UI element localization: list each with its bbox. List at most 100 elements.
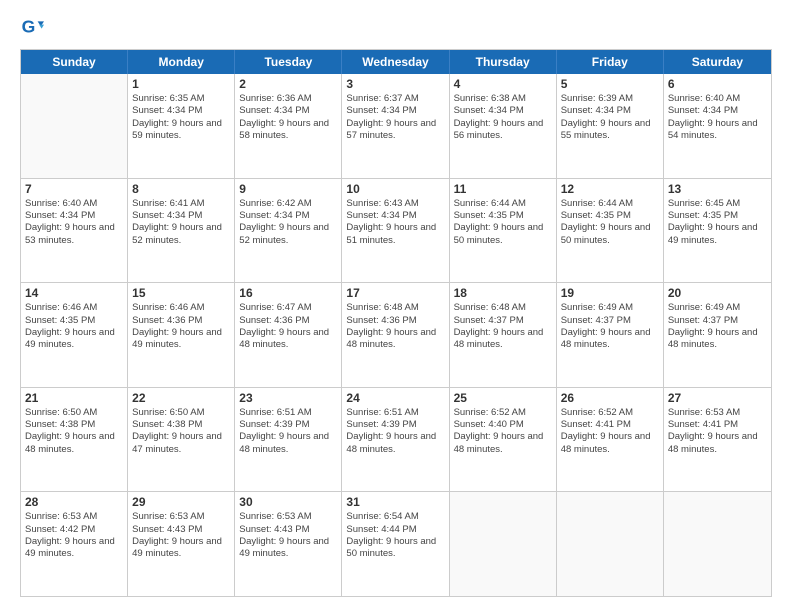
logo-icon: G	[20, 15, 44, 39]
calendar-row-1: 7Sunrise: 6:40 AMSunset: 4:34 PMDaylight…	[21, 178, 771, 283]
cell-info: Sunrise: 6:48 AMSunset: 4:37 PMDaylight:…	[454, 302, 552, 351]
day-number: 18	[454, 286, 552, 300]
day-number: 19	[561, 286, 659, 300]
calendar-cell-0-6: 6 Sunrise: 6:40 AMSunset: 4:34 PMDaylight…	[664, 74, 771, 178]
day-number: 1	[132, 77, 230, 91]
cell-info: Sunrise: 6:50 AMSunset: 4:38 PMDaylight:…	[132, 407, 230, 456]
cell-info: Sunrise: 6:38 AMSunset: 4:34 PMDaylight:…	[454, 93, 552, 142]
day-number: 14	[25, 286, 123, 300]
calendar-cell-3-5: 26 Sunrise: 6:52 AMSunset: 4:41 PMDayligh…	[557, 388, 664, 492]
day-number: 8	[132, 182, 230, 196]
day-number: 16	[239, 286, 337, 300]
calendar-cell-4-1: 29 Sunrise: 6:53 AMSunset: 4:43 PMDayligh…	[128, 492, 235, 596]
cell-info: Sunrise: 6:36 AMSunset: 4:34 PMDaylight:…	[239, 93, 337, 142]
day-number: 5	[561, 77, 659, 91]
calendar-cell-3-4: 25 Sunrise: 6:52 AMSunset: 4:40 PMDayligh…	[450, 388, 557, 492]
cell-info: Sunrise: 6:45 AMSunset: 4:35 PMDaylight:…	[668, 198, 767, 247]
cell-info: Sunrise: 6:47 AMSunset: 4:36 PMDaylight:…	[239, 302, 337, 351]
header-day-saturday: Saturday	[664, 50, 771, 74]
day-number: 28	[25, 495, 123, 509]
day-number: 4	[454, 77, 552, 91]
day-number: 22	[132, 391, 230, 405]
cell-info: Sunrise: 6:51 AMSunset: 4:39 PMDaylight:…	[239, 407, 337, 456]
calendar-cell-1-4: 11Sunrise: 6:44 AMSunset: 4:35 PMDayligh…	[450, 179, 557, 283]
cell-info: Sunrise: 6:46 AMSunset: 4:35 PMDaylight:…	[25, 302, 123, 351]
calendar-cell-3-1: 22 Sunrise: 6:50 AMSunset: 4:38 PMDayligh…	[128, 388, 235, 492]
day-number: 6	[668, 77, 767, 91]
header-day-thursday: Thursday	[450, 50, 557, 74]
cell-info: Sunrise: 6:44 AMSunset: 4:35 PMDaylight:…	[561, 198, 659, 247]
calendar-cell-3-2: 23 Sunrise: 6:51 AMSunset: 4:39 PMDayligh…	[235, 388, 342, 492]
calendar-cell-4-5	[557, 492, 664, 596]
calendar-cell-1-0: 7Sunrise: 6:40 AMSunset: 4:34 PMDaylight…	[21, 179, 128, 283]
cell-info: Sunrise: 6:52 AMSunset: 4:40 PMDaylight:…	[454, 407, 552, 456]
calendar-cell-2-2: 16 Sunrise: 6:47 AMSunset: 4:36 PMDayligh…	[235, 283, 342, 387]
cell-info: Sunrise: 6:37 AMSunset: 4:34 PMDaylight:…	[346, 93, 444, 142]
calendar-cell-4-6	[664, 492, 771, 596]
calendar-cell-3-3: 24Sunrise: 6:51 AMSunset: 4:39 PMDayligh…	[342, 388, 449, 492]
calendar-cell-0-1: 1 Sunrise: 6:35 AMSunset: 4:34 PMDaylight…	[128, 74, 235, 178]
day-number: 29	[132, 495, 230, 509]
cell-info: Sunrise: 6:52 AMSunset: 4:41 PMDaylight:…	[561, 407, 659, 456]
calendar-cell-2-0: 14 Sunrise: 6:46 AMSunset: 4:35 PMDayligh…	[21, 283, 128, 387]
calendar-cell-2-4: 18 Sunrise: 6:48 AMSunset: 4:37 PMDayligh…	[450, 283, 557, 387]
calendar-cell-1-3: 10Sunrise: 6:43 AMSunset: 4:34 PMDayligh…	[342, 179, 449, 283]
calendar-cell-2-6: 20Sunrise: 6:49 AMSunset: 4:37 PMDayligh…	[664, 283, 771, 387]
calendar: SundayMondayTuesdayWednesdayThursdayFrid…	[20, 49, 772, 597]
day-number: 15	[132, 286, 230, 300]
day-number: 26	[561, 391, 659, 405]
calendar-cell-2-1: 15Sunrise: 6:46 AMSunset: 4:36 PMDayligh…	[128, 283, 235, 387]
cell-info: Sunrise: 6:54 AMSunset: 4:44 PMDaylight:…	[346, 511, 444, 560]
day-number: 13	[668, 182, 767, 196]
page: G SundayMondayTuesdayWednesdayThursdayFr…	[0, 0, 792, 612]
calendar-cell-4-0: 28 Sunrise: 6:53 AMSunset: 4:42 PMDayligh…	[21, 492, 128, 596]
calendar-row-3: 21Sunrise: 6:50 AMSunset: 4:38 PMDayligh…	[21, 387, 771, 492]
cell-info: Sunrise: 6:41 AMSunset: 4:34 PMDaylight:…	[132, 198, 230, 247]
cell-info: Sunrise: 6:49 AMSunset: 4:37 PMDaylight:…	[668, 302, 767, 351]
calendar-cell-4-2: 30 Sunrise: 6:53 AMSunset: 4:43 PMDayligh…	[235, 492, 342, 596]
calendar-cell-0-4: 4 Sunrise: 6:38 AMSunset: 4:34 PMDaylight…	[450, 74, 557, 178]
calendar-row-2: 14 Sunrise: 6:46 AMSunset: 4:35 PMDayligh…	[21, 282, 771, 387]
day-number: 24	[346, 391, 444, 405]
day-number: 30	[239, 495, 337, 509]
day-number: 23	[239, 391, 337, 405]
day-number: 31	[346, 495, 444, 509]
cell-info: Sunrise: 6:53 AMSunset: 4:41 PMDaylight:…	[668, 407, 767, 456]
calendar-cell-4-3: 31 Sunrise: 6:54 AMSunset: 4:44 PMDayligh…	[342, 492, 449, 596]
logo: G	[20, 15, 48, 39]
calendar-cell-2-3: 17 Sunrise: 6:48 AMSunset: 4:36 PMDayligh…	[342, 283, 449, 387]
cell-info: Sunrise: 6:53 AMSunset: 4:42 PMDaylight:…	[25, 511, 123, 560]
cell-info: Sunrise: 6:53 AMSunset: 4:43 PMDaylight:…	[239, 511, 337, 560]
calendar-cell-1-5: 12 Sunrise: 6:44 AMSunset: 4:35 PMDayligh…	[557, 179, 664, 283]
header-day-friday: Friday	[557, 50, 664, 74]
day-number: 7	[25, 182, 123, 196]
calendar-cell-0-0	[21, 74, 128, 178]
calendar-cell-1-2: 9 Sunrise: 6:42 AMSunset: 4:34 PMDaylight…	[235, 179, 342, 283]
calendar-header: SundayMondayTuesdayWednesdayThursdayFrid…	[21, 50, 771, 74]
header-day-sunday: Sunday	[21, 50, 128, 74]
calendar-cell-3-0: 21Sunrise: 6:50 AMSunset: 4:38 PMDayligh…	[21, 388, 128, 492]
header: G	[20, 15, 772, 39]
cell-info: Sunrise: 6:48 AMSunset: 4:36 PMDaylight:…	[346, 302, 444, 351]
header-day-monday: Monday	[128, 50, 235, 74]
cell-info: Sunrise: 6:35 AMSunset: 4:34 PMDaylight:…	[132, 93, 230, 142]
calendar-cell-4-4	[450, 492, 557, 596]
day-number: 9	[239, 182, 337, 196]
header-day-tuesday: Tuesday	[235, 50, 342, 74]
cell-info: Sunrise: 6:53 AMSunset: 4:43 PMDaylight:…	[132, 511, 230, 560]
cell-info: Sunrise: 6:43 AMSunset: 4:34 PMDaylight:…	[346, 198, 444, 247]
day-number: 25	[454, 391, 552, 405]
cell-info: Sunrise: 6:42 AMSunset: 4:34 PMDaylight:…	[239, 198, 337, 247]
calendar-row-4: 28 Sunrise: 6:53 AMSunset: 4:42 PMDayligh…	[21, 491, 771, 596]
day-number: 17	[346, 286, 444, 300]
calendar-body: 1 Sunrise: 6:35 AMSunset: 4:34 PMDaylight…	[21, 74, 771, 596]
day-number: 12	[561, 182, 659, 196]
day-number: 3	[346, 77, 444, 91]
cell-info: Sunrise: 6:40 AMSunset: 4:34 PMDaylight:…	[668, 93, 767, 142]
calendar-cell-0-2: 2Sunrise: 6:36 AMSunset: 4:34 PMDaylight…	[235, 74, 342, 178]
cell-info: Sunrise: 6:44 AMSunset: 4:35 PMDaylight:…	[454, 198, 552, 247]
calendar-cell-0-5: 5Sunrise: 6:39 AMSunset: 4:34 PMDaylight…	[557, 74, 664, 178]
svg-text:G: G	[22, 17, 36, 37]
calendar-cell-1-6: 13 Sunrise: 6:45 AMSunset: 4:35 PMDayligh…	[664, 179, 771, 283]
calendar-cell-1-1: 8 Sunrise: 6:41 AMSunset: 4:34 PMDaylight…	[128, 179, 235, 283]
